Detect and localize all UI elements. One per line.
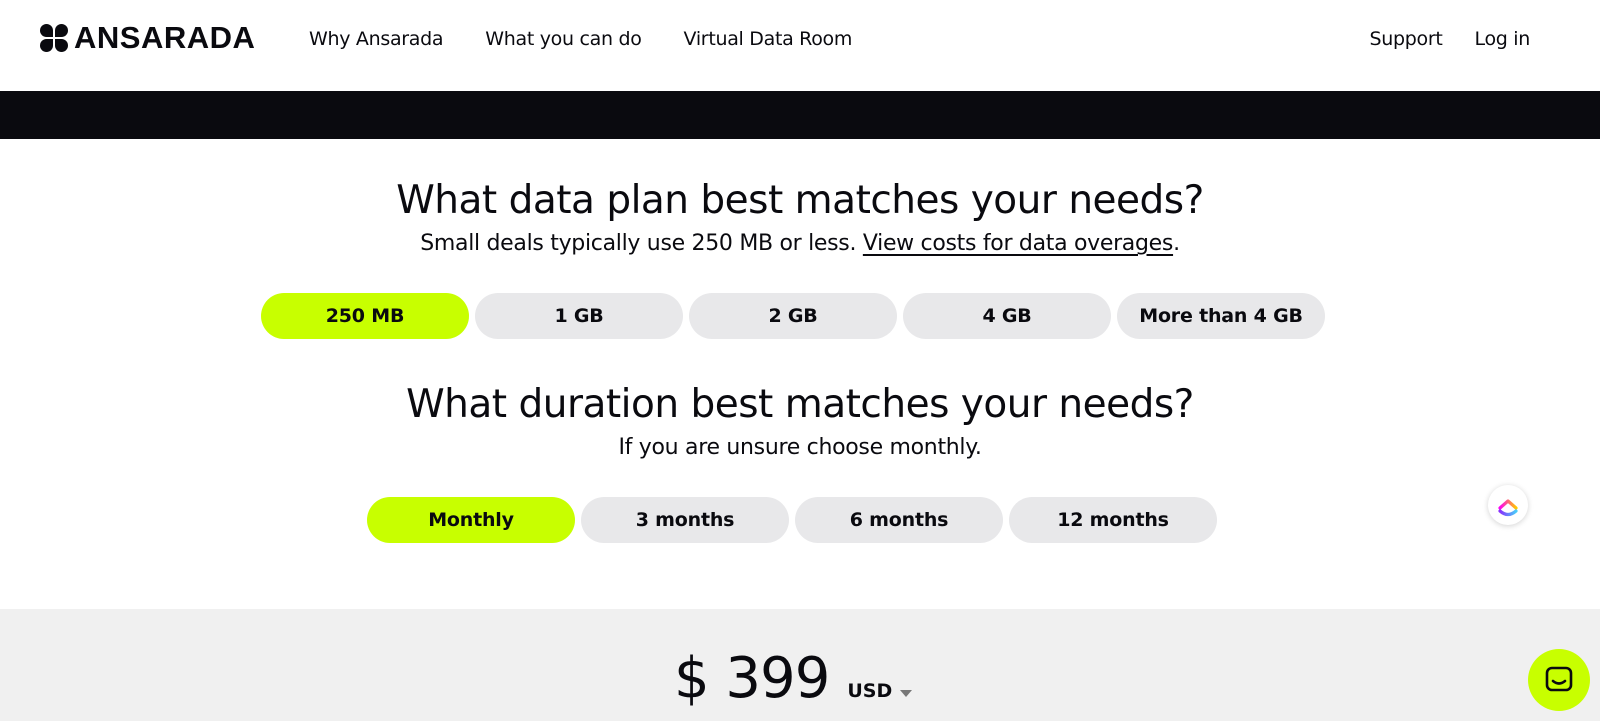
duration-option-12-months[interactable]: 12 months — [1009, 497, 1217, 543]
data-option-250mb[interactable]: 250 MB — [261, 293, 469, 339]
duration-option-6-months[interactable]: 6 months — [795, 497, 1003, 543]
site-header: ANSARADA Why Ansarada What you can do Vi… — [0, 0, 1600, 91]
nav-virtual-data-room[interactable]: Virtual Data Room — [684, 28, 853, 50]
ansarada-logo[interactable]: ANSARADA — [40, 20, 256, 55]
ansarada-logo-icon — [40, 24, 68, 52]
duration-subtitle: If you are unsure choose monthly. — [618, 435, 982, 460]
data-plan-subtitle-text: Small deals typically use 250 MB or less… — [420, 231, 857, 256]
price-display: $ 399 USD — [674, 646, 913, 711]
nav-what-you-can-do[interactable]: What you can do — [485, 28, 642, 50]
duration-section: What duration best matches your needs? I… — [0, 382, 1600, 460]
clickup-icon[interactable] — [1488, 485, 1528, 525]
nav-why-ansarada[interactable]: Why Ansarada — [309, 28, 444, 50]
data-plan-title: What data plan best matches your needs? — [396, 178, 1204, 223]
duration-options: Monthly 3 months 6 months 12 months — [367, 497, 1217, 543]
login-link[interactable]: Log in — [1475, 28, 1531, 50]
data-option-4gb[interactable]: 4 GB — [903, 293, 1111, 339]
dark-banner — [0, 91, 1600, 139]
currency-select[interactable]: USD — [847, 680, 913, 702]
duration-option-3-months[interactable]: 3 months — [581, 497, 789, 543]
main-nav: Why Ansarada What you can do Virtual Dat… — [309, 28, 894, 50]
data-option-2gb[interactable]: 2 GB — [689, 293, 897, 339]
chat-icon — [1545, 666, 1573, 692]
currency-label: USD — [847, 680, 893, 702]
header-right-nav: Support Log in — [1337, 28, 1530, 50]
price-amount: $ 399 — [674, 646, 830, 711]
logo-text: ANSARADA — [74, 20, 256, 55]
caret-down-icon — [900, 689, 913, 697]
support-link[interactable]: Support — [1369, 28, 1442, 50]
data-option-1gb[interactable]: 1 GB — [475, 293, 683, 339]
duration-title: What duration best matches your needs? — [406, 382, 1194, 427]
data-option-more-than-4gb[interactable]: More than 4 GB — [1117, 293, 1325, 339]
subtitle-period: . — [1173, 231, 1180, 256]
data-overages-link[interactable]: View costs for data overages — [863, 231, 1174, 256]
chat-launcher[interactable] — [1528, 649, 1590, 711]
data-plan-section: What data plan best matches your needs? … — [0, 178, 1600, 256]
duration-option-monthly[interactable]: Monthly — [367, 497, 575, 543]
data-plan-options: 250 MB 1 GB 2 GB 4 GB More than 4 GB — [261, 293, 1325, 339]
data-plan-subtitle: Small deals typically use 250 MB or less… — [0, 231, 1600, 256]
